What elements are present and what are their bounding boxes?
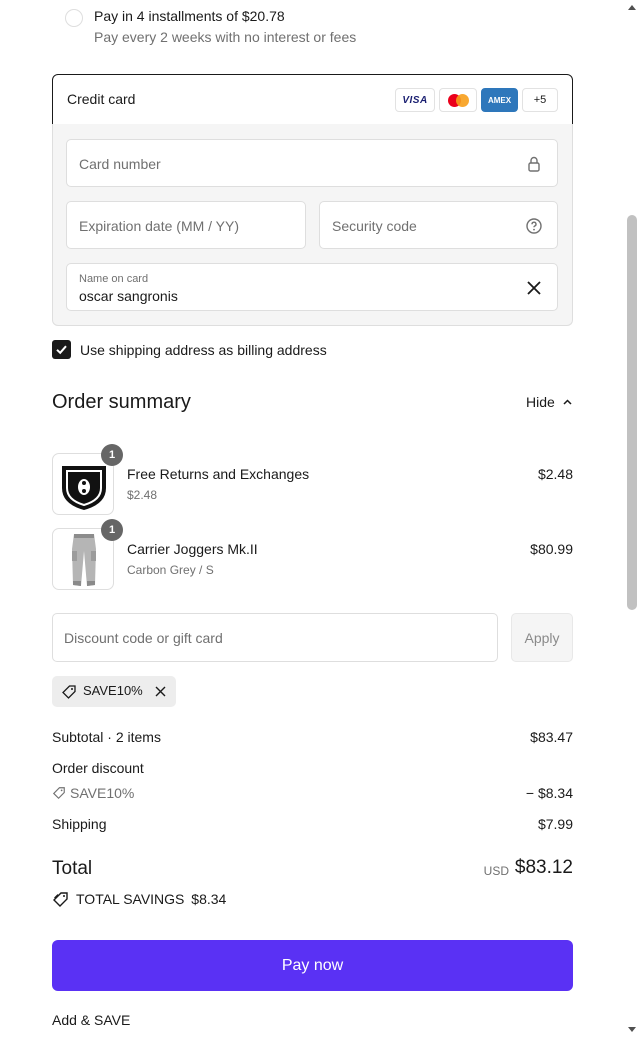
apply-button[interactable]: Apply <box>511 613 573 662</box>
item-name: Carrier Joggers Mk.II <box>127 541 258 557</box>
security-code-field[interactable]: Security code <box>319 201 558 249</box>
name-on-card-value: oscar sangronis <box>79 288 178 304</box>
item-variant: $2.48 <box>127 488 158 502</box>
help-circle-icon[interactable] <box>525 217 543 235</box>
subtotal-value: $83.47 <box>530 729 573 745</box>
discount-placeholder: Discount code or gift card <box>64 630 223 646</box>
name-on-card-label: Name on card <box>79 273 149 285</box>
name-on-card-field[interactable]: Name on card oscar sangronis <box>66 263 558 311</box>
security-code-placeholder: Security code <box>332 218 417 234</box>
item-thumbnail-joggers: 1 <box>52 519 123 590</box>
add-and-save-heading: Add & SAVE <box>52 1012 131 1028</box>
credit-card-title: Credit card <box>67 91 136 107</box>
shipping-value: $7.99 <box>537 816 573 832</box>
order-discount-label: Order discount <box>52 760 144 776</box>
item-name: Free Returns and Exchanges <box>127 466 310 482</box>
installments-radio[interactable] <box>65 9 83 27</box>
shipping-label: Shipping <box>52 816 107 832</box>
expiration-date-field[interactable]: Expiration date (MM / YY) <box>66 201 306 249</box>
visa-logo: VISA <box>395 88 435 112</box>
billing-address-label[interactable]: Use shipping address as billing address <box>80 342 327 358</box>
hide-summary-toggle[interactable]: Hide <box>526 394 555 410</box>
card-number-field[interactable]: Card number <box>66 139 558 187</box>
scroll-up-arrow-icon[interactable] <box>628 4 636 10</box>
order-discount-code: SAVE10% <box>70 785 135 801</box>
item-thumbnail-returns: 1 <box>52 444 123 515</box>
credit-card-header[interactable]: Credit card VISA AMEX +5 <box>52 74 573 125</box>
remove-discount-icon[interactable] <box>154 685 167 698</box>
item-price: $2.48 <box>537 466 573 482</box>
checkmark-icon <box>56 345 67 355</box>
item-price: $80.99 <box>530 541 573 557</box>
clear-icon[interactable] <box>525 279 543 297</box>
mastercard-logo <box>439 88 477 112</box>
tag-icon <box>62 685 76 699</box>
total-label: Total <box>52 858 93 879</box>
item-quantity-badge: 1 <box>101 519 123 541</box>
amex-logo: AMEX <box>481 88 518 112</box>
discount-code-input[interactable]: Discount code or gift card <box>52 613 498 662</box>
total-value: $83.12 <box>514 857 573 878</box>
order-summary-title: Order summary <box>52 391 191 413</box>
total-savings-value: $8.34 <box>191 891 227 907</box>
subtotal-label: Subtotal · 2 items <box>52 729 161 745</box>
applied-discount-code: SAVE10% <box>83 683 143 698</box>
pay-now-button[interactable]: Pay now <box>52 940 573 991</box>
installments-subtitle: Pay every 2 weeks with no interest or fe… <box>94 29 357 45</box>
scroll-down-arrow-icon[interactable] <box>628 1027 636 1033</box>
order-discount-value: − $8.34 <box>525 785 573 801</box>
lock-icon <box>528 156 540 172</box>
savings-tag-icon <box>53 892 68 907</box>
expiration-placeholder: Expiration date (MM / YY) <box>79 218 240 234</box>
total-savings-label: TOTAL SAVINGS <box>76 891 185 907</box>
total-currency: USD <box>483 864 509 878</box>
discount-tag-icon <box>52 787 65 800</box>
item-variant: Carbon Grey / S <box>127 563 214 577</box>
scrollbar-thumb[interactable] <box>627 215 637 610</box>
more-brands-badge: +5 <box>522 88 558 112</box>
installments-title[interactable]: Pay in 4 installments of $20.78 <box>94 8 285 24</box>
card-number-placeholder: Card number <box>79 156 161 172</box>
billing-address-checkbox[interactable] <box>52 340 71 359</box>
total-savings: TOTAL SAVINGS $8.34 <box>76 891 226 907</box>
chevron-up-icon[interactable] <box>562 397 573 408</box>
item-quantity-badge: 1 <box>101 444 123 466</box>
applied-discount-tag: SAVE10% <box>52 676 176 707</box>
